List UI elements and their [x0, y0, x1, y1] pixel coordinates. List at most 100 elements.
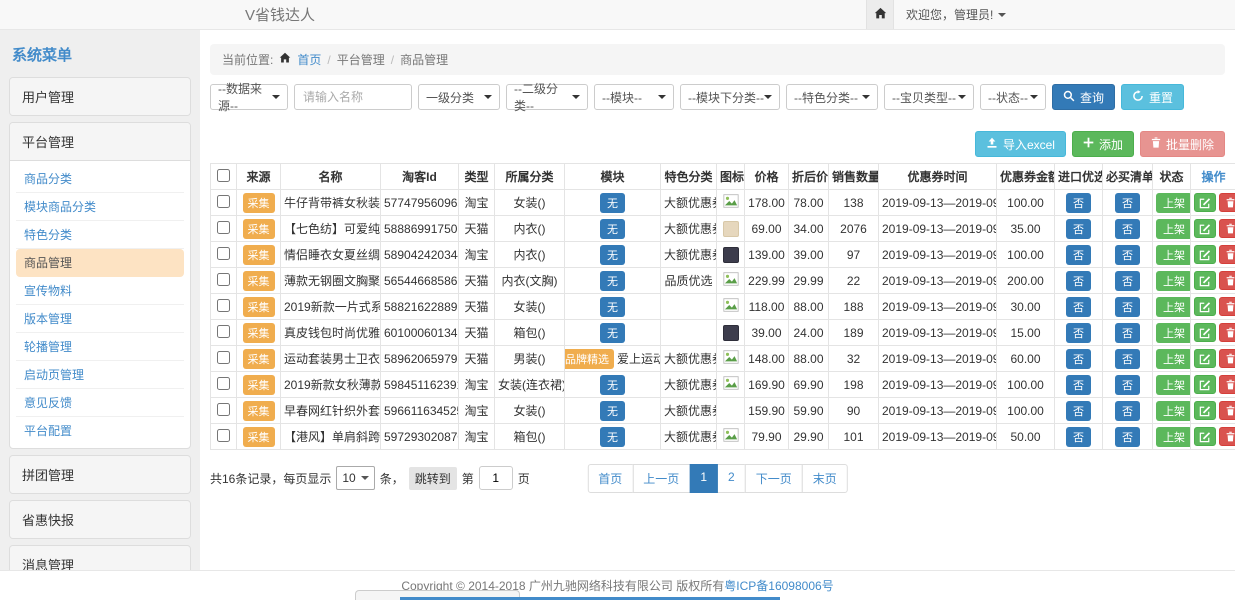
sidebar-item[interactable]: 轮播管理	[16, 333, 184, 361]
status-button[interactable]: 上架	[1156, 271, 1191, 291]
row-checkbox[interactable]	[217, 247, 230, 260]
sidebar-section-4[interactable]: 消息管理	[10, 546, 190, 570]
status-button[interactable]: 上架	[1156, 297, 1191, 317]
edit-button[interactable]	[1194, 245, 1216, 264]
row-checkbox[interactable]	[217, 299, 230, 312]
module-badge[interactable]: 无	[600, 427, 625, 447]
select-all-checkbox[interactable]	[217, 169, 230, 182]
edit-button[interactable]	[1194, 349, 1216, 368]
import-optimal-toggle[interactable]: 否	[1066, 349, 1091, 369]
row-checkbox[interactable]	[217, 273, 230, 286]
sidebar-item[interactable]: 宣传物料	[16, 277, 184, 305]
module-badge[interactable]: 无	[600, 271, 625, 291]
must-buy-toggle[interactable]: 否	[1115, 271, 1140, 291]
module-badge[interactable]: 无	[600, 375, 625, 395]
home-button[interactable]	[866, 0, 894, 29]
must-buy-toggle[interactable]: 否	[1115, 297, 1140, 317]
status-button[interactable]: 上架	[1156, 375, 1191, 395]
must-buy-toggle[interactable]: 否	[1115, 219, 1140, 239]
level2-category-select[interactable]: --二级分类--	[506, 84, 588, 110]
import-optimal-toggle[interactable]: 否	[1066, 271, 1091, 291]
delete-button[interactable]	[1219, 245, 1235, 264]
edit-button[interactable]	[1194, 297, 1216, 316]
import-optimal-toggle[interactable]: 否	[1066, 219, 1091, 239]
level1-category-select[interactable]: 一级分类	[418, 84, 500, 110]
sidebar-item[interactable]: 版本管理	[16, 305, 184, 333]
module-subcategory-select[interactable]: --模块下分类--	[680, 84, 780, 110]
must-buy-toggle[interactable]: 否	[1115, 323, 1140, 343]
import-optimal-toggle[interactable]: 否	[1066, 323, 1091, 343]
jump-to-button[interactable]: 跳转到	[409, 467, 457, 490]
edit-button[interactable]	[1194, 193, 1216, 212]
edit-button[interactable]	[1194, 427, 1216, 446]
delete-button[interactable]	[1219, 297, 1235, 316]
row-checkbox[interactable]	[217, 403, 230, 416]
must-buy-toggle[interactable]: 否	[1115, 245, 1140, 265]
sidebar-section-1[interactable]: 平台管理	[10, 123, 190, 161]
edit-button[interactable]	[1194, 401, 1216, 420]
sidebar-section-2[interactable]: 拼团管理	[10, 456, 190, 493]
must-buy-toggle[interactable]: 否	[1115, 193, 1140, 213]
sidebar-item[interactable]: 特色分类	[16, 221, 184, 249]
sidebar-item[interactable]: 商品管理	[16, 249, 184, 277]
status-button[interactable]: 上架	[1156, 323, 1191, 343]
import-optimal-toggle[interactable]: 否	[1066, 193, 1091, 213]
module-badge[interactable]: 无	[600, 245, 625, 265]
row-checkbox[interactable]	[217, 429, 230, 442]
module-badge[interactable]: 无	[600, 401, 625, 421]
page-button-下一页[interactable]: 下一页	[745, 464, 803, 493]
sidebar-item[interactable]: 启动页管理	[16, 361, 184, 389]
edit-button[interactable]	[1194, 375, 1216, 394]
status-button[interactable]: 上架	[1156, 193, 1191, 213]
status-button[interactable]: 上架	[1156, 219, 1191, 239]
delete-button[interactable]	[1219, 401, 1235, 420]
import-optimal-toggle[interactable]: 否	[1066, 297, 1091, 317]
row-checkbox[interactable]	[217, 351, 230, 364]
page-button-首页[interactable]: 首页	[587, 464, 633, 493]
delete-button[interactable]	[1219, 193, 1235, 212]
sidebar-item[interactable]: 模块商品分类	[16, 193, 184, 221]
delete-button[interactable]	[1219, 323, 1235, 342]
search-button[interactable]: 查询	[1052, 84, 1115, 110]
sidebar-section-3[interactable]: 省惠快报	[10, 501, 190, 538]
breadcrumb-home-link[interactable]: 首页	[297, 51, 321, 68]
status-select[interactable]: --状态--	[980, 84, 1046, 110]
bulk-delete-button[interactable]: 批量删除	[1140, 131, 1225, 157]
module-badge[interactable]: 无	[600, 193, 625, 213]
module-badge[interactable]: 无	[600, 323, 625, 343]
edit-button[interactable]	[1194, 271, 1216, 290]
page-number-input[interactable]	[479, 466, 513, 490]
edit-button[interactable]	[1194, 323, 1216, 342]
must-buy-toggle[interactable]: 否	[1115, 375, 1140, 395]
feature-category-select[interactable]: --特色分类--	[786, 84, 878, 110]
import-optimal-toggle[interactable]: 否	[1066, 401, 1091, 421]
import-optimal-toggle[interactable]: 否	[1066, 427, 1091, 447]
name-input[interactable]	[294, 84, 412, 110]
reset-button[interactable]: 重置	[1121, 84, 1184, 110]
delete-button[interactable]	[1219, 375, 1235, 394]
page-button-1[interactable]: 1	[689, 464, 718, 493]
import-optimal-toggle[interactable]: 否	[1066, 375, 1091, 395]
row-checkbox[interactable]	[217, 325, 230, 338]
status-button[interactable]: 上架	[1156, 427, 1191, 447]
sidebar-item[interactable]: 商品分类	[16, 165, 184, 193]
user-menu[interactable]: 欢迎您，管理员!	[906, 6, 1006, 23]
must-buy-toggle[interactable]: 否	[1115, 427, 1140, 447]
breadcrumb-item[interactable]: 平台管理	[337, 51, 385, 68]
row-checkbox[interactable]	[217, 377, 230, 390]
sidebar-item[interactable]: 平台配置	[16, 417, 184, 444]
row-checkbox[interactable]	[217, 195, 230, 208]
delete-button[interactable]	[1219, 271, 1235, 290]
page-button-末页[interactable]: 末页	[802, 464, 848, 493]
per-page-select[interactable]: 10	[336, 466, 374, 490]
page-button-上一页[interactable]: 上一页	[632, 464, 690, 493]
row-checkbox[interactable]	[217, 221, 230, 234]
must-buy-toggle[interactable]: 否	[1115, 349, 1140, 369]
delete-button[interactable]	[1219, 349, 1235, 368]
data-source-select[interactable]: --数据来源--	[210, 84, 288, 110]
import-excel-button[interactable]: 导入excel	[975, 131, 1066, 157]
page-button-2[interactable]: 2	[717, 464, 746, 493]
status-button[interactable]: 上架	[1156, 349, 1191, 369]
module-badge[interactable]: 无	[600, 297, 625, 317]
module-badge[interactable]: 无	[600, 219, 625, 239]
